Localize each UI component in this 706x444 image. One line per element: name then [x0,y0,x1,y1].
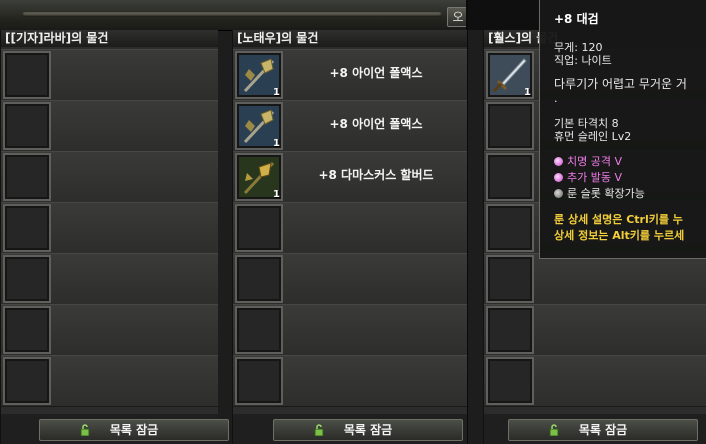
tooltip-hint-alt: 상세 정보는 Alt키를 누르세 [554,229,685,242]
item-slot[interactable] [235,306,283,354]
item-row[interactable] [233,355,467,407]
item-slot[interactable] [235,357,283,405]
tooltip-rune-slot: 룬 슬롯 확장가능 [554,187,645,200]
item-slot[interactable] [486,102,534,150]
rune-slot-icon [554,189,563,198]
tooltip-base-damage: 기본 타격치 8 [554,117,619,130]
item-row[interactable] [1,355,218,407]
background-strip [467,0,539,30]
tooltip-title: +8 대검 [554,12,599,26]
item-row[interactable] [484,304,706,356]
list-lock-label: 목록 잠금 [109,423,159,437]
panel-footer: 목록 잠금 [233,414,467,444]
item-slot[interactable] [235,255,283,303]
list-lock-button[interactable]: 목록 잠금 [508,419,698,441]
item-row[interactable] [484,253,706,305]
option-gem-icon [554,173,563,182]
item-slot[interactable]: 1 [486,51,534,99]
item-row[interactable] [1,100,218,152]
item-slot[interactable] [3,204,51,252]
tooltip-weight: 무게: 120 [554,41,603,54]
panel-footer: 목록 잠금 [484,414,706,444]
item-slot[interactable] [3,51,51,99]
window-title-bar: 오 [0,0,469,31]
item-slot[interactable] [486,255,534,303]
item-slot[interactable] [3,357,51,405]
option-text: 추가 발동 V [567,171,622,184]
list-lock-label: 목록 잠금 [578,423,628,437]
option-text: 치명 공격 V [567,155,622,168]
lock-icon [80,424,90,436]
lock-icon [549,424,559,436]
item-row[interactable] [233,253,467,305]
title-bar-ornament [22,12,442,17]
item-row[interactable] [1,151,218,203]
item-row[interactable] [1,49,218,101]
tooltip-job: 직업: 나이트 [554,54,612,67]
tooltip-option-extra: 추가 발동 V [554,171,622,184]
item-row[interactable] [233,202,467,254]
item-count: 1 [273,87,280,98]
item-tooltip: +8 대검 무게: 120 직업: 나이트 다루기가 어렵고 무거운 거 . 기… [539,0,706,259]
item-name: +8 아이언 폴액스 [329,66,423,80]
item-slot[interactable] [3,255,51,303]
item-slot[interactable] [3,153,51,201]
item-slot[interactable] [3,102,51,150]
tooltip-option-critical: 치명 공격 V [554,155,622,168]
item-slot[interactable]: 1 [235,51,283,99]
item-row[interactable]: 1 +8 아이언 폴액스 [233,100,467,152]
tooltip-hint-ctrl: 룬 상세 설명은 Ctrl키를 누 [554,213,683,226]
option-text: 룬 슬롯 확장가능 [567,187,645,200]
item-slot[interactable] [486,357,534,405]
panel-header: [[기자]라바]의 물건 [1,30,218,47]
item-name: +8 다마스커스 할버드 [318,168,434,182]
trade-panel-2: [노태우]의 물건 1 +8 아이언 폴액스 1 +8 아이언 폴액스 1 +8… [232,30,467,444]
item-count: 1 [273,189,280,200]
item-row[interactable] [484,355,706,407]
tooltip-description: 다루기가 어렵고 무거운 거 [554,77,687,91]
item-slot[interactable] [486,306,534,354]
item-row[interactable]: 1 +8 아이언 폴액스 [233,49,467,101]
item-slot[interactable] [486,204,534,252]
item-count: 1 [273,138,280,149]
item-slot[interactable] [486,153,534,201]
list-lock-label: 목록 잠금 [343,423,393,437]
item-count: 1 [524,87,531,98]
tooltip-description-end: . [554,92,558,105]
panel-header: [노태우]의 물건 [233,30,467,47]
panel-footer: 목록 잠금 [1,414,229,444]
item-row[interactable]: 1 +8 다마스커스 할버드 [233,151,467,203]
item-row[interactable] [1,253,218,305]
list-lock-button[interactable]: 목록 잠금 [273,419,463,441]
trade-panel-1: [[기자]라바]의 물건 목록 잠금 [0,30,229,444]
item-row[interactable] [1,202,218,254]
item-slot[interactable] [3,306,51,354]
item-slot[interactable] [235,204,283,252]
option-gem-icon [554,157,563,166]
tooltip-human-slayer: 휴먼 슬레인 Lv2 [554,130,632,143]
item-row[interactable] [233,304,467,356]
list-lock-button[interactable]: 목록 잠금 [39,419,229,441]
lock-icon [314,424,324,436]
item-slot[interactable]: 1 [235,153,283,201]
item-row[interactable] [1,304,218,356]
item-name: +8 아이언 폴액스 [329,117,423,131]
item-slot[interactable]: 1 [235,102,283,150]
